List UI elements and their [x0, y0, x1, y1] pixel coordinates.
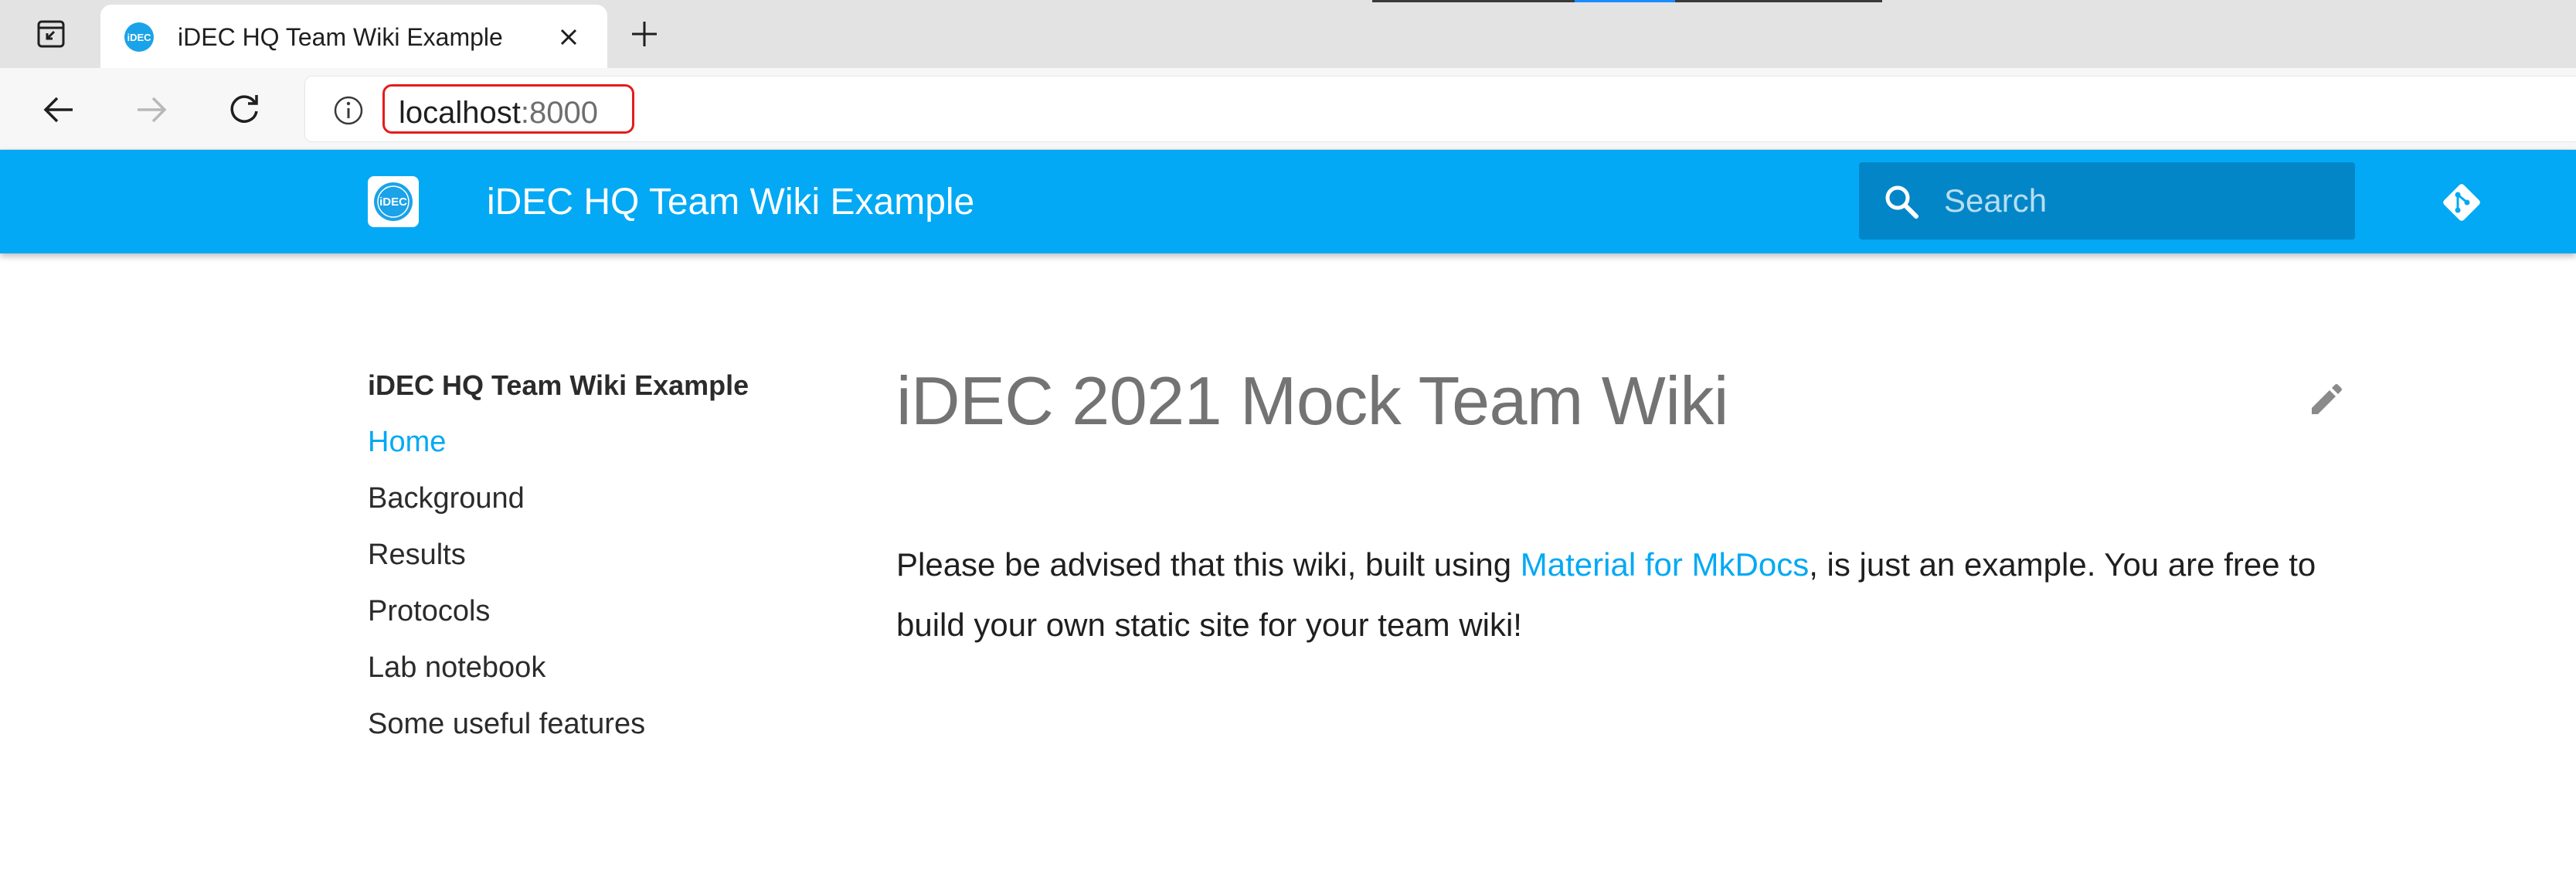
- forward-button[interactable]: [128, 87, 175, 133]
- sidebar-item-home[interactable]: Home: [368, 423, 645, 480]
- site-favicon-icon: iDEC: [124, 22, 154, 52]
- site-logo[interactable]: iDEC: [368, 176, 419, 227]
- url-highlight-box: localhost:8000: [382, 84, 634, 134]
- tab-title: iDEC HQ Team Wiki Example: [178, 23, 503, 51]
- page-title: iDEC 2021 Mock Team Wiki: [896, 362, 1728, 439]
- info-icon[interactable]: [333, 95, 364, 126]
- search-input[interactable]: [1944, 179, 2330, 223]
- tab-strip-indicator-active: [1575, 0, 1675, 2]
- tab-strip-indicator: [1372, 0, 1575, 2]
- mkdocs-material-link[interactable]: Material for MkDocs: [1521, 546, 1809, 583]
- plus-icon: [632, 22, 657, 46]
- new-tab-button[interactable]: [623, 14, 666, 54]
- refresh-icon: [230, 95, 258, 123]
- sidebar-item-protocols[interactable]: Protocols: [368, 593, 645, 649]
- address-bar[interactable]: localhost:8000: [304, 76, 2576, 142]
- browser-tab-strip: iDEC iDEC HQ Team Wiki Example: [0, 0, 2576, 68]
- logo-text: iDEC: [379, 195, 407, 209]
- pencil-icon[interactable]: [2304, 379, 2347, 422]
- browser-tab-active[interactable]: iDEC iDEC HQ Team Wiki Example: [100, 5, 607, 68]
- back-button[interactable]: [36, 87, 82, 133]
- search-icon: [1885, 185, 1918, 219]
- nav-list: Home Background Results Protocols Lab no…: [368, 423, 645, 762]
- git-icon[interactable]: [2437, 178, 2486, 227]
- site-name[interactable]: iDEC HQ Team Wiki Example: [487, 181, 974, 223]
- url-host: localhost: [399, 96, 521, 130]
- tab-actions-button[interactable]: [22, 14, 80, 54]
- url-text[interactable]: localhost:8000: [399, 96, 598, 131]
- nav-title: iDEC HQ Team Wiki Example: [368, 369, 749, 401]
- sidebar-item-useful-features[interactable]: Some useful features: [368, 705, 645, 762]
- intro-text-before: Please be advised that this wiki, built …: [896, 546, 1521, 583]
- intro-paragraph: Please be advised that this wiki, built …: [896, 535, 2349, 655]
- close-icon: [560, 29, 577, 46]
- sidebar-item-lab-notebook[interactable]: Lab notebook: [368, 649, 645, 705]
- back-arrow-icon: [43, 97, 73, 123]
- refresh-button[interactable]: [221, 87, 267, 133]
- site-header: iDEC iDEC HQ Team Wiki Example: [0, 150, 2576, 253]
- sidebar-item-results[interactable]: Results: [368, 536, 645, 593]
- sidebar-item-background[interactable]: Background: [368, 480, 645, 536]
- browser-toolbar: localhost:8000: [0, 68, 2576, 150]
- favicon-text: iDEC: [127, 32, 151, 43]
- tab-strip-indicator: [1675, 0, 1882, 2]
- url-port: :8000: [520, 96, 598, 130]
- tab-close-button[interactable]: [552, 20, 586, 54]
- search-box[interactable]: [1859, 162, 2355, 240]
- tab-actions-icon: [37, 20, 65, 48]
- forward-arrow-icon: [138, 97, 167, 123]
- idec-logo-icon: iDEC: [374, 182, 413, 221]
